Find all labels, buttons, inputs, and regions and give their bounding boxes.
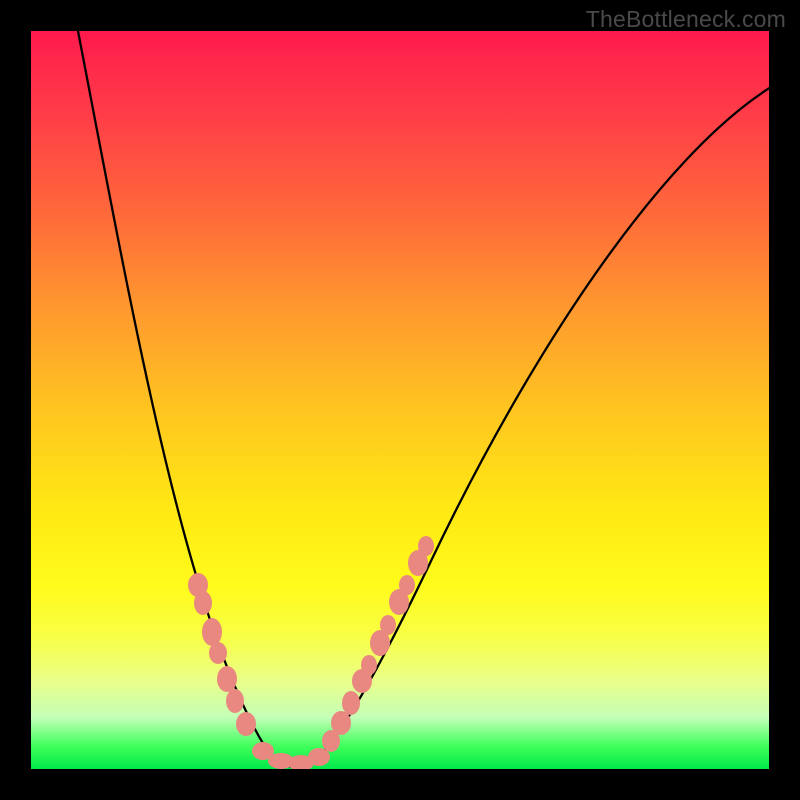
- dot-left-6: [236, 712, 256, 736]
- dot-right-6: [380, 615, 396, 635]
- bottleneck-curve: [78, 31, 769, 767]
- dot-right-10: [418, 536, 434, 556]
- dot-right-2: [342, 691, 360, 715]
- dot-left-3: [209, 642, 227, 664]
- dot-left-5: [226, 689, 244, 713]
- dot-left-2: [202, 618, 222, 646]
- dot-left-4: [217, 666, 237, 692]
- dot-right-1: [331, 711, 351, 735]
- dot-right-8: [399, 575, 415, 595]
- outer-frame: TheBottleneck.com: [0, 0, 800, 800]
- dot-left-1: [194, 591, 212, 615]
- dots-group: [188, 536, 434, 769]
- curve-layer: [31, 31, 769, 769]
- plot-area: [31, 31, 769, 769]
- watermark-text: TheBottleneck.com: [586, 6, 786, 33]
- dot-right-4: [361, 655, 377, 675]
- dot-center-3: [308, 748, 330, 766]
